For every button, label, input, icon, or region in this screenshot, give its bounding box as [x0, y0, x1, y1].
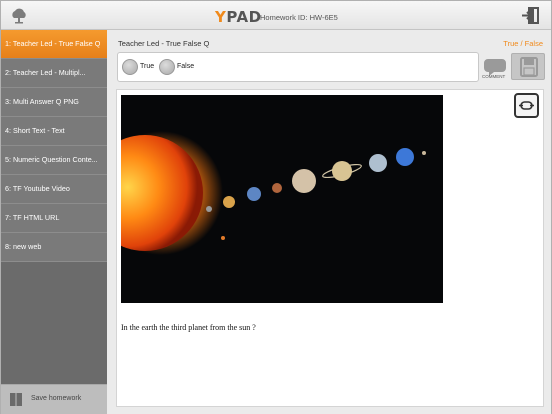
sidebar-item-1[interactable]: 1: Teacher Led - True False Q [1, 30, 107, 59]
true-radio[interactable] [122, 59, 138, 75]
save-homework-label: Save homework [31, 395, 82, 402]
app-logo: YPAD [215, 8, 262, 26]
sidebar-item-5[interactable]: 5: Numeric Question Conte... [1, 146, 107, 175]
solar-system-image [121, 95, 443, 303]
save-homework-button[interactable]: Save homework [1, 384, 107, 414]
sidebar-item-3[interactable]: 3: Multi Answer Q PNG [1, 88, 107, 117]
homework-id: Homework ID: HW-6E5 [260, 13, 338, 22]
question-content: In the earth the third planet from the s… [116, 89, 544, 407]
book-icon [10, 393, 22, 406]
comment-label: COMMENT [482, 74, 506, 79]
sidebar-item-7[interactable]: 7: TF HTML URL [1, 204, 107, 233]
question-text: In the earth the third planet from the s… [121, 323, 256, 332]
question-list: 1: Teacher Led - True False Q 2: Teacher… [1, 30, 107, 262]
false-radio[interactable] [159, 59, 175, 75]
true-label[interactable]: True [140, 63, 154, 70]
sidebar-item-6[interactable]: 6: TF Youtube Video [1, 175, 107, 204]
question-title: Teacher Led - True False Q [118, 39, 210, 48]
cloud-icon[interactable] [9, 7, 29, 24]
app-window: YPAD Homework ID: HW-6E5 1: Teacher Led … [0, 0, 552, 414]
expand-toggle-button[interactable] [514, 93, 539, 118]
exit-icon[interactable] [519, 5, 543, 26]
answer-options: True False [117, 52, 479, 82]
main-panel: Teacher Led - True False Q True / False … [107, 30, 551, 414]
sidebar-item-8[interactable]: 8: new web [1, 233, 107, 262]
false-label[interactable]: False [177, 63, 194, 70]
top-bar: YPAD Homework ID: HW-6E5 [1, 1, 551, 30]
floppy-icon [520, 57, 538, 77]
sidebar: 1: Teacher Led - True False Q 2: Teacher… [1, 30, 107, 414]
sidebar-item-2[interactable]: 2: Teacher Led - Multipl... [1, 59, 107, 88]
save-button[interactable] [511, 53, 545, 80]
question-type: True / False [503, 39, 543, 48]
sidebar-item-4[interactable]: 4: Short Text - Text [1, 117, 107, 146]
swap-icon [519, 101, 534, 110]
